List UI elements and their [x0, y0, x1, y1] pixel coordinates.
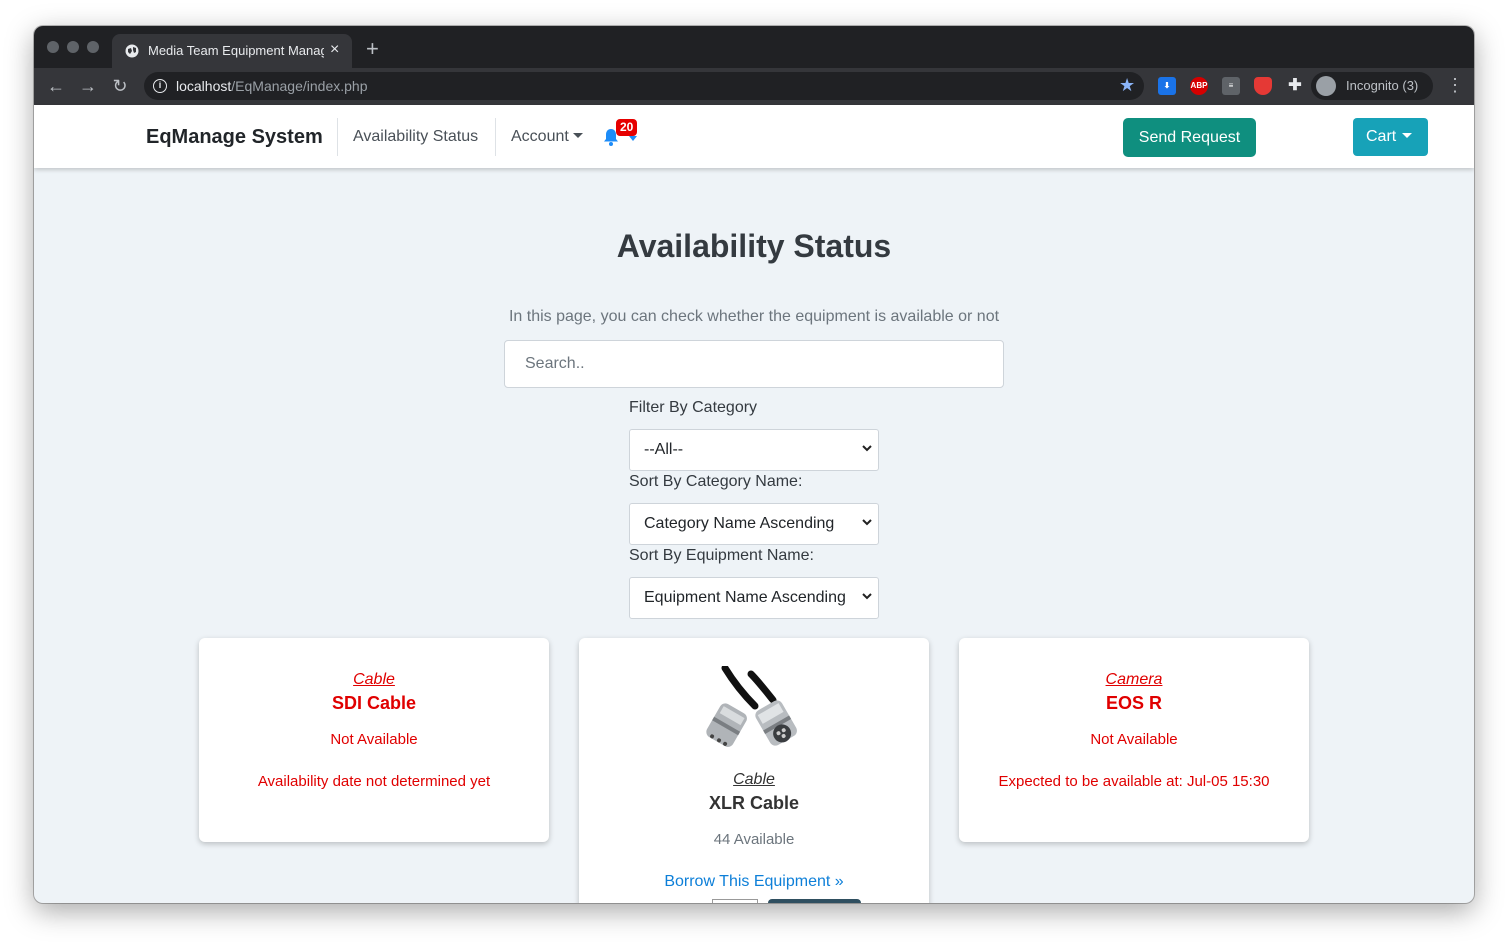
- puzzle-icon[interactable]: ✚: [1286, 77, 1304, 95]
- reload-icon[interactable]: ↻: [110, 76, 130, 96]
- page-description: In this page, you can check whether the …: [508, 308, 1000, 325]
- borrow-equipment-link[interactable]: Borrow This Equipment »: [579, 873, 929, 891]
- caret-down-icon: [572, 132, 583, 138]
- equipment-card: Cable SDI Cable Not Available Availabili…: [199, 638, 549, 842]
- reader-icon[interactable]: ≡: [1222, 77, 1240, 95]
- sort-category-value: Category Name Ascending: [644, 515, 835, 532]
- chevron-down-icon: [862, 593, 872, 600]
- page-title: Availability Status: [616, 228, 892, 264]
- sort-category-select[interactable]: Category Name Ascending: [629, 503, 879, 545]
- cart-dropdown-button[interactable]: Cart: [1353, 118, 1428, 156]
- close-window-dot[interactable]: [47, 41, 59, 53]
- send-request-button[interactable]: Send Request: [1123, 118, 1256, 157]
- equipment-card: Cable XLR Cable 44 Available Borrow This…: [579, 638, 929, 903]
- card-category-link[interactable]: Cable: [579, 771, 929, 789]
- add-to-cart-button[interactable]: [768, 899, 861, 903]
- caret-down-icon: [1402, 132, 1413, 138]
- filter-category-value: --All--: [644, 441, 684, 458]
- download-icon[interactable]: ⬇: [1158, 77, 1176, 95]
- maximize-window-dot[interactable]: [87, 41, 99, 53]
- incognito-label: Incognito (3): [1346, 78, 1419, 93]
- sort-category-label: Sort By Category Name:: [629, 473, 803, 490]
- card-equipment-name: SDI Cable: [331, 693, 417, 713]
- nav-availability-status[interactable]: Availability Status: [353, 128, 478, 146]
- address-bar[interactable]: i localhost/EqManage/index.php ★: [144, 72, 1144, 100]
- tab-strip: Media Team Equipment Management × +: [34, 26, 1474, 68]
- xlr-cable-image: [706, 666, 797, 747]
- adblock-icon[interactable]: ABP: [1190, 77, 1208, 95]
- bookmark-star-icon[interactable]: ★: [1119, 75, 1135, 96]
- nav-divider: [495, 118, 496, 156]
- card-status: 44 Available: [713, 831, 795, 848]
- filter-category-label: Filter By Category: [629, 399, 758, 416]
- new-tab-icon[interactable]: +: [366, 38, 379, 60]
- browser-window: Media Team Equipment Management × + ← → …: [34, 26, 1474, 903]
- forward-icon[interactable]: →: [78, 76, 98, 96]
- card-category-link[interactable]: Cable: [199, 671, 549, 689]
- chevron-down-icon: [862, 519, 872, 526]
- shield-icon[interactable]: [1254, 77, 1272, 95]
- chevron-down-icon: [862, 445, 872, 452]
- sort-equipment-value: Equipment Name Ascending: [644, 589, 846, 606]
- url-text: localhost/EqManage/index.php: [176, 78, 368, 94]
- card-status: Not Available: [1090, 731, 1178, 748]
- notifications-dropdown[interactable]: 20: [601, 119, 641, 149]
- browser-tab[interactable]: Media Team Equipment Management ×: [112, 34, 352, 68]
- brand-logo[interactable]: EqManage System: [146, 126, 323, 149]
- back-icon[interactable]: ←: [46, 76, 66, 96]
- quantity-input[interactable]: [712, 899, 758, 903]
- equipment-card: Camera EOS R Not Available Expected to b…: [959, 638, 1309, 842]
- sort-equipment-label: Sort By Equipment Name:: [629, 547, 814, 564]
- card-category-link[interactable]: Camera: [959, 671, 1309, 689]
- cart-label: Cart: [1366, 128, 1397, 145]
- notification-badge: 20: [616, 119, 638, 136]
- minimize-window-dot[interactable]: [67, 41, 79, 53]
- card-equipment-name: EOS R: [1105, 693, 1162, 713]
- card-status: Not Available: [330, 731, 418, 748]
- incognito-indicator[interactable]: Incognito (3): [1311, 72, 1433, 100]
- incognito-icon: [1316, 76, 1336, 96]
- globe-icon: [125, 44, 139, 58]
- card-availability-date: Expected to be available at: Jul-05 15:3…: [998, 773, 1270, 790]
- info-icon[interactable]: i: [153, 79, 167, 93]
- nav-account-label: Account: [511, 128, 569, 145]
- nav-divider: [337, 118, 338, 156]
- caret-down-icon: [629, 136, 637, 141]
- card-equipment-name: XLR Cable: [708, 793, 800, 813]
- card-availability-date: Availability date not determined yet: [257, 773, 491, 790]
- browser-toolbar: ← → ↻ i localhost/EqManage/index.php ★ ⬇…: [34, 68, 1474, 105]
- filter-category-select[interactable]: --All--: [629, 429, 879, 471]
- tab-title: Media Team Equipment Management: [148, 43, 324, 58]
- close-tab-icon[interactable]: ×: [330, 41, 339, 59]
- nav-account-dropdown[interactable]: Account: [511, 128, 583, 146]
- main-content: Availability Status In this page, you ca…: [34, 168, 1474, 903]
- site-navbar: EqManage System Availability Status Acco…: [34, 105, 1474, 168]
- menu-kebab-icon[interactable]: ⋮: [1446, 74, 1464, 96]
- search-input[interactable]: [504, 340, 1004, 388]
- sort-equipment-select[interactable]: Equipment Name Ascending: [629, 577, 879, 619]
